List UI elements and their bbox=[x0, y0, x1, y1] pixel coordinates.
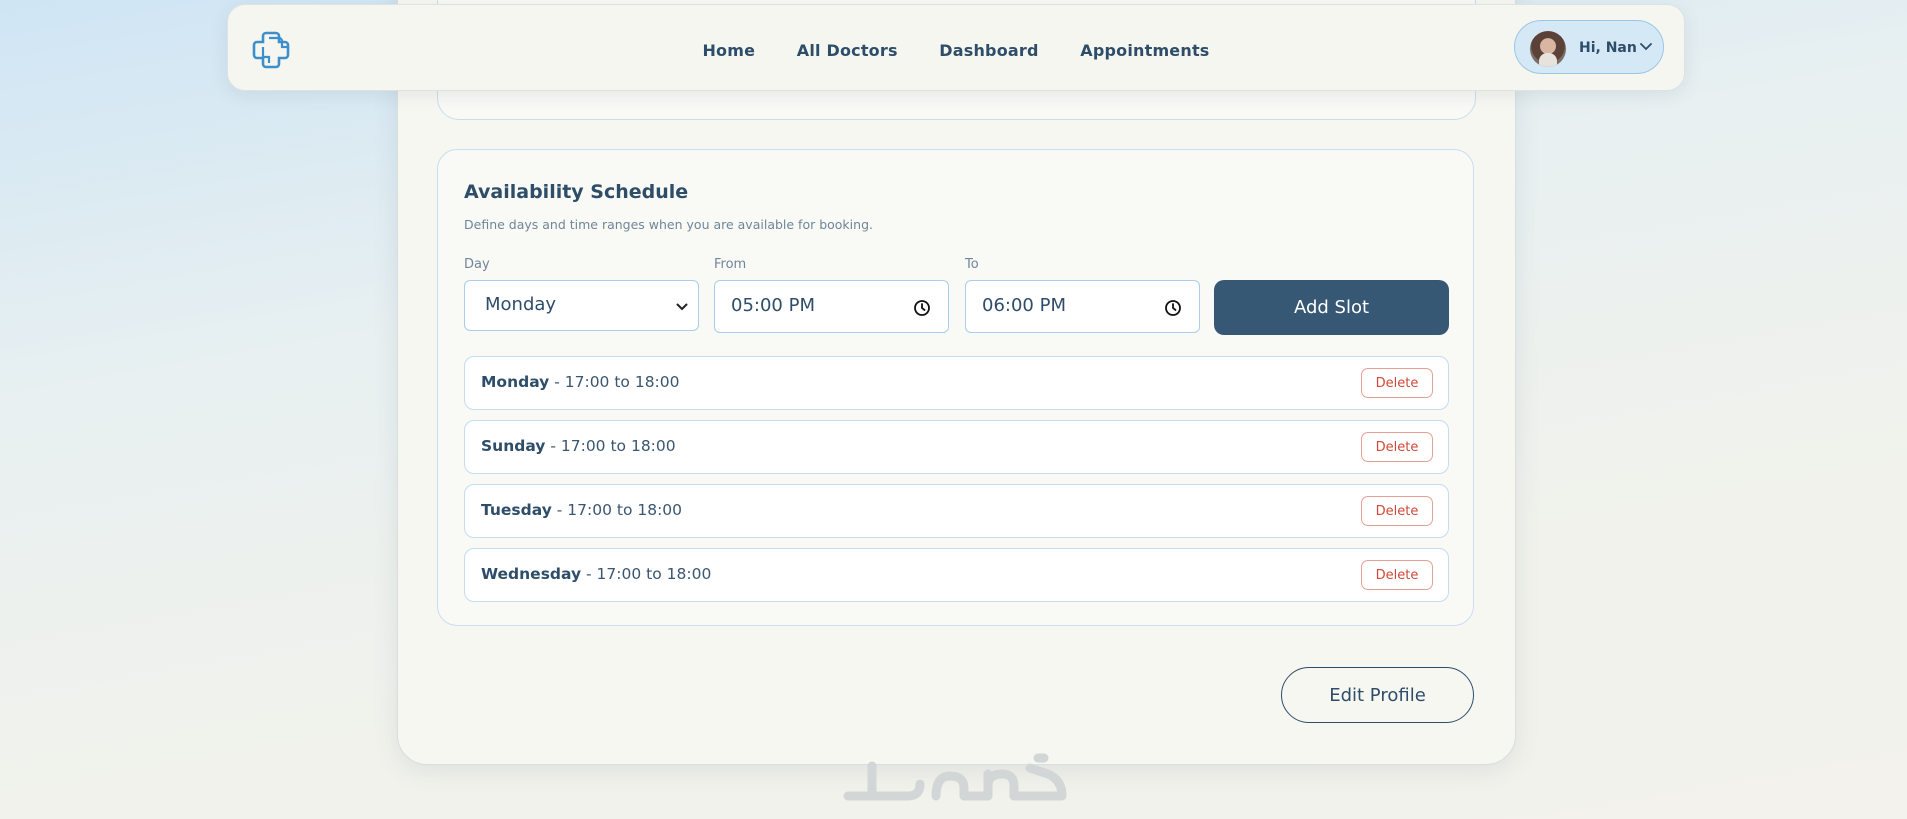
user-menu-button[interactable]: Hi, Nan bbox=[1514, 20, 1664, 74]
from-label: From bbox=[714, 257, 747, 272]
slot-text: Wednesday - 17:00 to 18:00 bbox=[481, 565, 711, 583]
availability-schedule-section: Availability Schedule Define days and ti… bbox=[437, 149, 1474, 626]
watermark-logo bbox=[843, 753, 1067, 801]
clock-icon[interactable] bbox=[1164, 299, 1182, 317]
clock-icon[interactable] bbox=[913, 299, 931, 317]
day-select[interactable]: Monday bbox=[464, 280, 699, 331]
nav-link-home[interactable]: Home bbox=[702, 41, 755, 60]
add-slot-button[interactable]: Add Slot bbox=[1214, 280, 1449, 335]
from-time-value: 05:00 PM bbox=[731, 295, 815, 316]
from-time-input[interactable]: 05:00 PM bbox=[714, 280, 949, 333]
slot-text: Sunday - 17:00 to 18:00 bbox=[481, 437, 676, 455]
slot-day: Tuesday bbox=[481, 501, 552, 519]
delete-slot-button[interactable]: Delete bbox=[1361, 496, 1433, 526]
delete-slot-button[interactable]: Delete bbox=[1361, 432, 1433, 462]
slot-text: Monday - 17:00 to 18:00 bbox=[481, 373, 680, 391]
chevron-down-icon bbox=[676, 303, 688, 311]
top-navbar: Home All Doctors Dashboard Appointments … bbox=[227, 4, 1685, 91]
section-description: Define days and time ranges when you are… bbox=[464, 217, 873, 232]
slot-text: Tuesday - 17:00 to 18:00 bbox=[481, 501, 682, 519]
slot-day: Monday bbox=[481, 373, 550, 391]
edit-profile-button[interactable]: Edit Profile bbox=[1281, 667, 1474, 723]
to-time-input[interactable]: 06:00 PM bbox=[965, 280, 1200, 333]
user-greeting: Hi, Nan bbox=[1579, 40, 1637, 56]
schedule-slot-row: Sunday - 17:00 to 18:00 Delete bbox=[464, 420, 1449, 474]
day-label: Day bbox=[464, 257, 490, 272]
to-label: To bbox=[965, 257, 979, 272]
schedule-slot-row: Wednesday - 17:00 to 18:00 Delete bbox=[464, 548, 1449, 602]
to-time-value: 06:00 PM bbox=[982, 295, 1066, 316]
nav-links: Home All Doctors Dashboard Appointments bbox=[228, 41, 1684, 60]
nav-link-dashboard[interactable]: Dashboard bbox=[939, 41, 1038, 60]
chevron-down-icon bbox=[1640, 43, 1652, 51]
avatar bbox=[1530, 31, 1566, 67]
day-select-value: Monday bbox=[485, 294, 557, 315]
delete-slot-button[interactable]: Delete bbox=[1361, 560, 1433, 590]
schedule-slot-row: Tuesday - 17:00 to 18:00 Delete bbox=[464, 484, 1449, 538]
slot-range: - 17:00 to 18:00 bbox=[581, 565, 712, 583]
slot-day: Wednesday bbox=[481, 565, 582, 583]
schedule-slot-row: Monday - 17:00 to 18:00 Delete bbox=[464, 356, 1449, 410]
slot-day: Sunday bbox=[481, 437, 546, 455]
delete-slot-button[interactable]: Delete bbox=[1361, 368, 1433, 398]
section-title: Availability Schedule bbox=[464, 181, 689, 203]
slot-range: - 17:00 to 18:00 bbox=[545, 437, 676, 455]
nav-link-appointments[interactable]: Appointments bbox=[1080, 41, 1209, 60]
slot-range: - 17:00 to 18:00 bbox=[551, 501, 683, 519]
slot-range: - 17:00 to 18:00 bbox=[549, 373, 680, 391]
nav-link-all-doctors[interactable]: All Doctors bbox=[797, 41, 898, 60]
